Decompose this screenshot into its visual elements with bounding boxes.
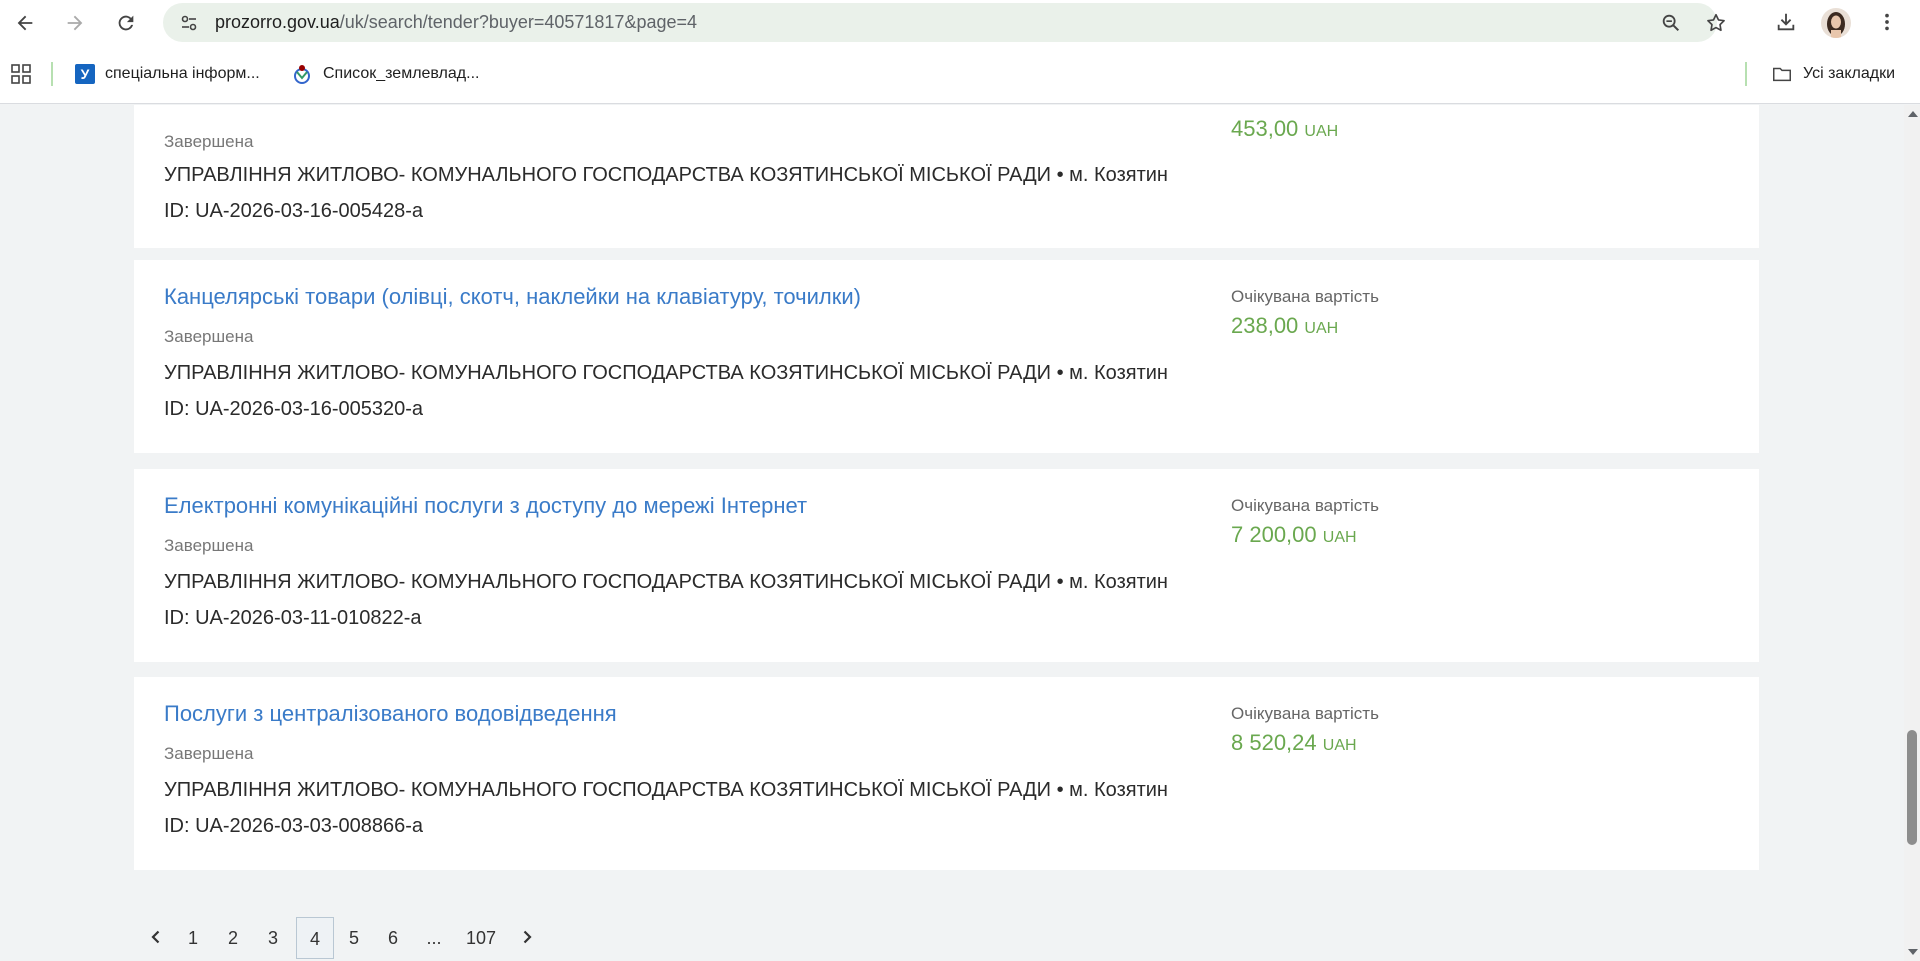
folder-icon (1773, 67, 1791, 82)
scrollbar-thumb[interactable] (1907, 730, 1917, 845)
scroll-down-arrow-icon[interactable] (1908, 949, 1918, 955)
page-link-1[interactable]: 1 (182, 917, 204, 959)
tender-card: Послуги з централізованого водовідведенн… (134, 677, 1759, 870)
tender-buyer: УПРАВЛІННЯ ЖИТЛОВО- КОМУНАЛЬНОГО ГОСПОДА… (164, 779, 1168, 801)
browser-toolbar: prozorro.gov.ua/uk/search/tender?buyer=4… (0, 0, 1920, 45)
tender-buyer: УПРАВЛІННЯ ЖИТЛОВО- КОМУНАЛЬНОГО ГОСПОДА… (164, 164, 1168, 186)
tender-status: Завершена (164, 132, 254, 151)
expected-value: 7 200,00 UAH (1231, 522, 1357, 548)
address-bar[interactable]: prozorro.gov.ua/uk/search/tender?buyer=4… (163, 3, 1725, 42)
page-link-2[interactable]: 2 (222, 917, 244, 959)
expected-value-label: Очікувана вартість (1231, 704, 1379, 723)
bookmarks-separator (51, 62, 53, 86)
page-link-6[interactable]: 6 (382, 917, 404, 959)
all-bookmarks-label: Усі закладки (1803, 65, 1896, 82)
arrow-left-icon (17, 15, 33, 31)
next-page-button[interactable] (515, 925, 539, 949)
page-link-current[interactable]: 4 (296, 917, 334, 959)
expected-value-label: Очікувана вартість (1231, 287, 1379, 306)
more-menu-icon[interactable] (1872, 7, 1902, 37)
chevron-right-icon (523, 930, 532, 944)
page-ellipsis: ... (426, 928, 442, 948)
site-info-icon[interactable] (177, 11, 201, 35)
page-scrollbar[interactable] (1904, 105, 1920, 961)
url-host: prozorro.gov.ua (215, 12, 340, 32)
tender-id: ID: UA-2026-03-11-010822-a (164, 607, 422, 629)
profile-avatar[interactable] (1821, 8, 1851, 38)
bookmark-item-2[interactable]: Список_землевлад... (291, 61, 479, 87)
price-amount: 453,00 (1231, 116, 1299, 141)
price-currency: UAH (1304, 320, 1339, 337)
page-viewport: Завершена УПРАВЛІННЯ ЖИТЛОВО- КОМУНАЛЬНО… (0, 105, 1904, 961)
expected-value: 453,00 UAH (1231, 116, 1338, 142)
tender-title-link[interactable]: Електронні комунікаційні послуги з досту… (164, 493, 807, 519)
download-icon[interactable] (1771, 7, 1801, 37)
arrow-right-icon (67, 15, 83, 31)
page-link-5[interactable]: 5 (343, 917, 365, 959)
expected-value-label: Очікувана вартість (1231, 496, 1379, 515)
tender-id: ID: UA-2026-03-03-008866-a (164, 815, 424, 837)
reload-button[interactable] (109, 6, 143, 40)
bookmark-item-1[interactable]: У спеціальна інформ... (75, 61, 260, 87)
back-button[interactable] (8, 6, 42, 40)
prev-page-button[interactable] (144, 925, 168, 949)
price-amount: 8 520,24 (1231, 730, 1317, 755)
expected-value: 8 520,24 UAH (1231, 730, 1357, 756)
wikimedia-favicon-icon (294, 65, 310, 84)
tender-card: Канцелярські товари (олівці, скотч, накл… (134, 260, 1759, 453)
tender-id: ID: UA-2026-03-16-005428-a (164, 200, 424, 222)
price-amount: 238,00 (1231, 313, 1299, 338)
scroll-up-arrow-icon[interactable] (1908, 111, 1918, 117)
all-bookmarks-button[interactable]: Усі закладки (1771, 61, 1895, 87)
bookmarks-separator (1745, 62, 1747, 86)
chevron-left-icon (151, 930, 160, 944)
url-text[interactable]: prozorro.gov.ua/uk/search/tender?buyer=4… (215, 3, 697, 42)
bookmark-label: Список_землевлад... (323, 65, 480, 82)
bookmark-label: спеціальна інформ... (105, 65, 260, 82)
tender-buyer: УПРАВЛІННЯ ЖИТЛОВО- КОМУНАЛЬНОГО ГОСПОДА… (164, 571, 1168, 593)
price-currency: UAH (1322, 737, 1357, 754)
url-path: /uk/search/tender?buyer=40571817&page=4 (339, 12, 698, 32)
bookmarks-bar: У спеціальна інформ... Список_землевлад.… (0, 45, 1920, 104)
apps-icon[interactable] (10, 61, 32, 87)
tender-buyer: УПРАВЛІННЯ ЖИТЛОВО- КОМУНАЛЬНОГО ГОСПОДА… (164, 362, 1168, 384)
tender-card: Завершена УПРАВЛІННЯ ЖИТЛОВО- КОМУНАЛЬНО… (134, 105, 1759, 248)
price-currency: UAH (1304, 123, 1339, 140)
bookmark-star-icon[interactable] (1703, 10, 1729, 36)
zoom-icon[interactable] (1658, 10, 1684, 36)
tender-status: Завершена (164, 744, 254, 763)
y-favicon-icon: У (75, 64, 95, 84)
tender-id: ID: UA-2026-03-16-005320-a (164, 398, 424, 420)
price-currency: UAH (1322, 529, 1357, 546)
price-amount: 7 200,00 (1231, 522, 1317, 547)
reload-icon (118, 15, 134, 31)
tender-card: Електронні комунікаційні послуги з досту… (134, 469, 1759, 662)
page-link-3[interactable]: 3 (262, 917, 284, 959)
tender-status: Завершена (164, 327, 254, 346)
expected-value: 238,00 UAH (1231, 313, 1338, 339)
tender-title-link[interactable]: Послуги з централізованого водовідведенн… (164, 701, 617, 727)
tender-status: Завершена (164, 536, 254, 555)
page-link-last[interactable]: 107 (460, 917, 502, 959)
forward-button[interactable] (58, 6, 92, 40)
tender-title-link[interactable]: Канцелярські товари (олівці, скотч, накл… (164, 284, 861, 310)
